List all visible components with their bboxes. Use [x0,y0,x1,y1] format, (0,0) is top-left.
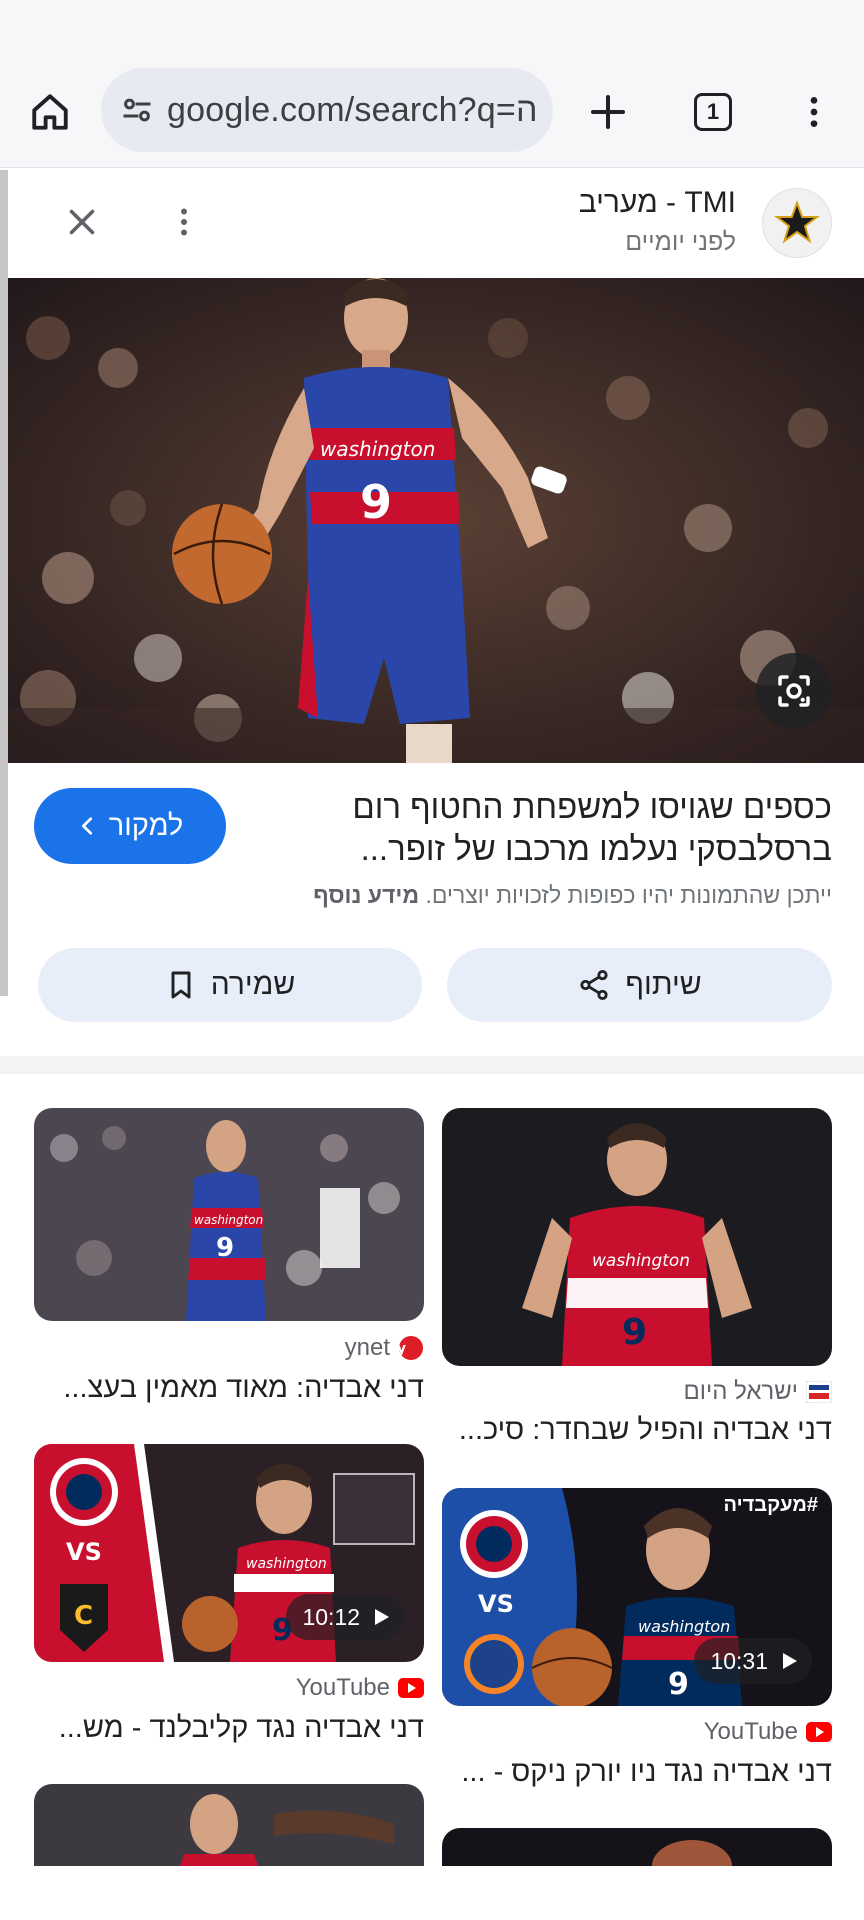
main-result-image[interactable]: washington 9 [8,278,864,763]
chevron-left-icon [81,817,92,835]
tab-count: 1 [694,93,732,131]
video-duration-badge: 10:31 [694,1638,812,1684]
source-time: לפני יומיים [625,228,736,256]
svg-text:9: 9 [216,1233,234,1263]
related-result-card[interactable]: washington 9 ישראל היום דני אבדיה והפיל … [442,1108,832,1448]
browser-toolbar: google.com/search?q=ה 1 [0,56,864,168]
video-overlay-hashtag: #מעקבדיה [723,1494,818,1516]
close-icon [69,209,95,235]
svg-text:VS: VS [66,1538,102,1566]
source-header: TMI - מעריב לפני יומיים [8,170,864,276]
learn-more-link[interactable]: מידע נוסף [313,882,419,908]
related-result-card[interactable] [442,1828,832,1866]
url-text[interactable]: google.com/search?q=ה [167,91,537,130]
related-result-card[interactable] [34,1784,424,1866]
svg-text:washington: washington [638,1617,730,1636]
share-label: שיתוף [625,968,702,1001]
player-thumbnail-image [34,1784,424,1866]
google-lens-icon [778,675,810,707]
close-button[interactable] [54,194,110,250]
visit-source-button[interactable]: למקור [34,788,226,864]
video-thumbnail[interactable]: VS washington 9 #מעקבדיה 10:31 [442,1488,832,1706]
browser-menu-button[interactable] [786,84,842,140]
lens-search-button[interactable] [756,653,832,729]
more-vert-icon [810,97,818,127]
result-source: y ynet [345,1334,424,1362]
result-thumbnail[interactable]: washington 9 [34,1108,424,1321]
status-bar-area [0,0,864,56]
svg-text:9: 9 [668,1667,689,1702]
svg-text:washington: washington [320,437,435,461]
home-button[interactable] [22,84,78,140]
result-source-name: YouTube [295,1674,390,1701]
url-bar[interactable]: google.com/search?q=ה [101,68,553,152]
video-duration: 10:12 [302,1603,360,1630]
svg-text:C: C [74,1601,93,1631]
youtube-icon [398,1675,424,1701]
svg-text:9: 9 [622,1312,647,1353]
scrollbar[interactable] [0,170,8,996]
svg-text:washington: washington [592,1251,690,1271]
result-source: YouTube [296,1674,424,1702]
player-thumbnail-image [442,1828,832,1866]
tab-switcher-button[interactable]: 1 [685,84,741,140]
result-thumbnail[interactable] [34,1784,424,1866]
ynet-icon: y [398,1335,424,1361]
result-title[interactable]: דני אבדיה: מאוד מאמין בעצ... [34,1372,424,1405]
result-title[interactable]: דני אבדיה והפיל שבחדר: סיכ... [442,1414,832,1447]
site-settings-icon[interactable] [117,90,157,130]
svg-text:VS: VS [478,1590,514,1618]
result-thumbnail[interactable] [442,1828,832,1866]
source-logo [762,188,832,258]
related-result-card[interactable]: VS C washington 9 10:12 YouTube דני אבדי… [34,1444,424,1744]
star-logo-icon [774,200,820,244]
svg-text:y: y [399,1341,406,1357]
play-icon [375,1609,389,1625]
plus-icon [591,95,625,129]
result-source-name: ynet [344,1334,390,1361]
visit-source-label: למקור [108,809,184,842]
result-source-name: YouTube [703,1718,798,1745]
video-duration: 10:31 [710,1647,768,1674]
play-icon [783,1653,797,1669]
home-icon [32,94,68,130]
result-thumbnail[interactable]: washington 9 [442,1108,832,1366]
result-title[interactable]: דני אבדיה נגד ניו יורק ניקס - ... [442,1756,832,1789]
save-button[interactable]: שמירה [38,948,422,1022]
more-options-button[interactable] [156,194,212,250]
share-icon [580,969,608,1001]
source-title[interactable]: TMI - מעריב [579,186,736,220]
result-title[interactable]: דני אבדיה נגד קליבלנד - מש... [34,1712,424,1745]
related-result-card[interactable]: washington 9 y ynet דני אבדיה: מאוד מאמי… [34,1108,424,1408]
copyright-text: ייתכן שהתמונות יהיו כפופות לזכויות יוצרי… [425,882,832,908]
basketball-player-image: washington 9 [8,278,864,763]
result-title[interactable]: כספים שגויסו למשפחת החטוף רום ברסלבסקי נ… [252,786,832,870]
video-duration-badge: 10:12 [286,1594,404,1640]
copyright-note: ייתכן שהתמונות יהיו כפופות לזכויות יוצרי… [32,882,832,909]
section-divider [0,1056,864,1074]
svg-text:washington: washington [246,1556,327,1572]
save-label: שמירה [210,968,296,1001]
player-thumbnail-image: washington 9 [442,1108,832,1366]
share-button[interactable]: שיתוף [447,948,832,1022]
israel-hayom-icon [806,1379,832,1405]
video-thumbnail[interactable]: VS C washington 9 10:12 [34,1444,424,1662]
related-result-card[interactable]: VS washington 9 #מעקבדיה 10:31 YouTube ד… [442,1488,832,1788]
svg-text:9: 9 [360,475,392,529]
bookmark-icon [171,971,191,999]
svg-text:washington: washington [194,1213,263,1227]
new-tab-button[interactable] [580,84,636,140]
more-vert-icon [181,208,187,236]
result-source-name: ישראל היום [683,1378,798,1405]
player-thumbnail-image: washington 9 [34,1108,424,1321]
youtube-icon [806,1719,832,1745]
result-source: YouTube [704,1718,832,1746]
result-source: ישראל היום [683,1378,832,1406]
